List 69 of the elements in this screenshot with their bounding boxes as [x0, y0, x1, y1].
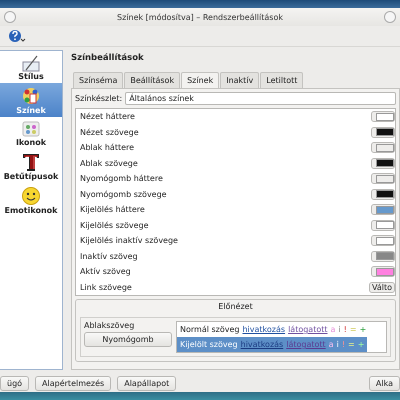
color-button[interactable] — [371, 188, 395, 200]
window-menu-button[interactable] — [4, 11, 16, 23]
color-role-label: Nyomógomb szövege — [80, 190, 167, 199]
tab[interactable]: Színek — [181, 72, 220, 89]
color-button[interactable] — [371, 220, 395, 231]
dialog-button[interactable]: ügó — [0, 376, 30, 391]
help-icon[interactable] — [8, 29, 26, 43]
sample-glyph: a — [328, 340, 334, 349]
color-role-label: Nyomógomb háttere — [80, 174, 163, 184]
sample-glyph: ! — [342, 340, 346, 349]
sidebar-item[interactable]: Stílus — [0, 51, 62, 83]
sidebar-item[interactable]: Emotikonok — [0, 183, 62, 217]
sample-glyph: = — [348, 340, 355, 349]
color-set-dropdown[interactable]: Általános színek — [125, 92, 396, 105]
window-text-label: Ablakszöveg — [84, 321, 136, 330]
color-set-label: Színkészlet: — [75, 94, 122, 103]
color-role-label: Ablak háttere — [80, 143, 134, 152]
sidebar-item[interactable]: Ikonok — [0, 117, 62, 149]
tab[interactable]: Inaktív — [220, 72, 260, 88]
color-role-label: Link szövege — [80, 282, 132, 292]
palette-icon — [21, 86, 41, 106]
dialog-button[interactable]: Alapállapot — [117, 376, 176, 391]
color-role-label: Nézet szövege — [80, 128, 139, 137]
visited-link-text: látogatott — [286, 340, 326, 349]
letter-t-icon — [21, 152, 41, 172]
color-button[interactable] — [371, 111, 395, 122]
pen-paper-icon — [21, 54, 41, 72]
color-role-label: Aktív szöveg — [80, 267, 131, 276]
color-button[interactable] — [371, 126, 395, 138]
preview-title: Előnézet — [217, 302, 254, 311]
dialog-button[interactable]: Alapértelmezés — [35, 376, 112, 391]
color-button[interactable] — [371, 235, 395, 246]
sample-text: Normál szöveg — [180, 325, 240, 334]
color-button[interactable] — [371, 173, 395, 184]
tab[interactable]: Beállítások — [124, 72, 180, 88]
toggle-button[interactable]: Válto — [368, 282, 395, 293]
color-role-label: Kijelölés szövege — [80, 220, 149, 230]
sidebar-item[interactable]: Betűtípusok — [0, 149, 62, 183]
tab[interactable]: Letiltott — [260, 72, 304, 88]
minimize-button[interactable] — [384, 11, 396, 23]
color-button[interactable] — [371, 266, 395, 278]
color-role-label: Ablak szövege — [80, 158, 138, 168]
link-text: hivatkozás — [242, 325, 286, 334]
preview-button[interactable]: Nyomógomb — [84, 332, 172, 347]
sample-glyph: i — [336, 340, 339, 349]
smiley-icon — [21, 186, 41, 206]
color-role-label: Nézet háttere — [80, 112, 135, 122]
color-button[interactable] — [371, 250, 395, 262]
visited-link-text: látogatott — [288, 325, 328, 334]
sample-glyph: ! — [344, 325, 347, 334]
sidebar-item[interactable]: Színek — [0, 83, 62, 117]
sample-glyph: + — [360, 325, 366, 334]
sample-glyph: = — [350, 325, 357, 334]
sample-glyph: i — [338, 325, 341, 334]
sample-text: Kijelölt szöveg — [180, 340, 238, 349]
dialog-button[interactable]: Alka — [368, 376, 400, 391]
color-role-label: Inaktív szöveg — [80, 252, 138, 261]
page-heading: Színbeállítások — [71, 53, 145, 63]
color-role-label: Kijelölés háttere — [80, 205, 145, 214]
color-button[interactable] — [371, 204, 395, 216]
color-button[interactable] — [371, 142, 395, 154]
link-text: hivatkozás — [240, 340, 284, 349]
window-title: Színek [módosítva] – Rendszerbeállítások — [117, 12, 283, 22]
sample-glyph: a — [330, 325, 336, 334]
sample-glyph: + — [358, 340, 364, 349]
color-button[interactable] — [371, 158, 395, 169]
color-role-label: Kijelölés inaktív szövege — [80, 236, 178, 246]
icon-grid-icon — [21, 120, 41, 138]
tab[interactable]: Színséma — [73, 72, 124, 88]
